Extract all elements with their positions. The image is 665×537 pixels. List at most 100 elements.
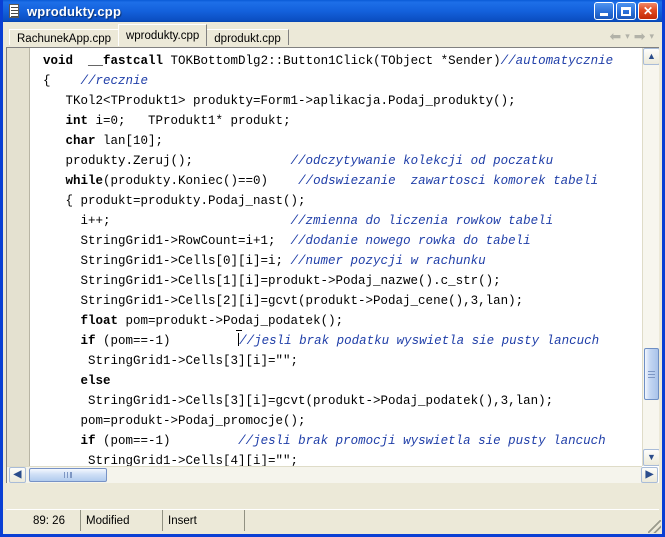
code-text: pom=produkt->Podaj_podatek(); bbox=[118, 314, 344, 328]
code-text: i++; bbox=[43, 214, 291, 228]
status-insert-mode: Insert bbox=[162, 510, 244, 531]
chevron-down-icon-forward[interactable]: ▾ bbox=[649, 31, 654, 41]
code-comment: //automatycznie bbox=[500, 54, 614, 68]
resize-grip-icon[interactable] bbox=[648, 520, 661, 533]
minimize-button[interactable] bbox=[594, 2, 614, 20]
minimize-icon bbox=[600, 12, 608, 16]
code-text: StringGrid1->Cells[3][i]=gcvt(produkt->P… bbox=[43, 394, 554, 408]
window-title: wprodukty.cpp bbox=[27, 3, 122, 19]
code-comment: //recznie bbox=[80, 74, 149, 88]
code-comment: //odswiezanie zawartosci komorek tabeli bbox=[298, 174, 599, 188]
code-line: StringGrid1->Cells[0][i]=i; //numer pozy… bbox=[30, 251, 642, 271]
code-text: (pom==-1) bbox=[95, 434, 239, 448]
status-bar: 89: 26 Modified Insert bbox=[6, 509, 659, 531]
code-line: if (pom==-1) //jesli brak promocji wyswi… bbox=[30, 431, 642, 451]
text-cursor bbox=[236, 330, 243, 346]
code-text: StringGrid1->Cells[1][i]=produkt->Podaj_… bbox=[43, 274, 501, 288]
code-text: StringGrid1->Cells[4][i]=""; bbox=[43, 454, 299, 466]
code-line: { //recznie bbox=[30, 71, 642, 91]
code-line: if (pom==-1) //jesli brak podatku wyswie… bbox=[30, 330, 642, 351]
close-button[interactable]: ✕ bbox=[638, 2, 658, 20]
code-comment: //jesli brak promocji wyswietla sie pust… bbox=[238, 434, 606, 448]
code-comment: //dodanie nowego rowka do tabeli bbox=[290, 234, 531, 248]
code-text: StringGrid1->Cells[0][i]=i; bbox=[43, 254, 291, 268]
code-text: lan[10]; bbox=[95, 134, 164, 148]
code-line: int i=0; TProdukt1* produkt; bbox=[30, 111, 642, 131]
close-icon: ✕ bbox=[642, 4, 654, 18]
scroll-right-button[interactable]: ▶ bbox=[641, 467, 658, 483]
status-modified: Modified bbox=[80, 510, 162, 531]
code-text: produkty.Zeruj(); bbox=[43, 154, 291, 168]
chevron-up-icon: ▲ bbox=[647, 51, 656, 61]
code-text: { bbox=[43, 74, 51, 88]
code-keyword: float bbox=[80, 314, 119, 328]
code-line: while(produkty.Koniec()==0) //odswiezani… bbox=[30, 171, 642, 191]
scroll-up-button[interactable]: ▲ bbox=[643, 48, 659, 65]
code-text: TOKBottomDlg2::Button1Click(TObject *Sen… bbox=[163, 54, 501, 68]
code-keyword: if bbox=[80, 334, 96, 348]
horizontal-scroll-thumb[interactable] bbox=[29, 468, 107, 482]
title-bar: wprodukty.cpp ✕ bbox=[3, 0, 662, 22]
code-line: { produkt=produkty.Podaj_nast(); bbox=[30, 191, 642, 211]
code-comment: //numer pozycji w rachunku bbox=[290, 254, 486, 268]
maximize-button[interactable] bbox=[616, 2, 636, 20]
code-editor-window: wprodukty.cpp ✕ RachunekApp.cpp wprodukt… bbox=[0, 0, 665, 537]
tab-navigation: ⬅ ▾ ➡ ▾ bbox=[609, 29, 662, 46]
grip-icon bbox=[648, 370, 655, 378]
chevron-down-icon-back[interactable]: ▾ bbox=[625, 31, 630, 41]
code-text: StringGrid1->Cells[3][i]=""; bbox=[43, 354, 299, 368]
document-icon bbox=[7, 3, 22, 19]
tab-dprodukt-cpp[interactable]: dprodukt.cpp bbox=[206, 29, 289, 46]
vertical-scroll-thumb[interactable] bbox=[644, 348, 659, 400]
code-line: StringGrid1->Cells[3][i]=""; bbox=[30, 351, 642, 371]
tab-bar-underline bbox=[3, 45, 662, 46]
code-text: StringGrid1->Cells[2][i]=gcvt(produkt->P… bbox=[43, 294, 524, 308]
window-controls: ✕ bbox=[594, 2, 660, 20]
code-line: produkty.Zeruj(); //odczytywanie kolekcj… bbox=[30, 151, 642, 171]
code-keyword: if bbox=[80, 434, 96, 448]
code-keyword: __fastcall bbox=[88, 54, 164, 68]
code-keyword: else bbox=[80, 374, 111, 388]
code-text-area[interactable]: void __fastcall TOKBottomDlg2::Button1Cl… bbox=[30, 48, 642, 466]
horizontal-scrollbar[interactable]: ◀ ▶ bbox=[7, 466, 658, 483]
tab-wprodukty-cpp[interactable]: wprodukty.cpp bbox=[117, 24, 208, 46]
code-text: StringGrid1->RowCount=i+1; bbox=[43, 234, 291, 248]
scroll-left-button[interactable]: ◀ bbox=[9, 467, 26, 483]
scroll-down-button[interactable]: ▼ bbox=[643, 449, 659, 466]
code-keyword: while bbox=[65, 174, 104, 188]
code-keyword: char bbox=[65, 134, 96, 148]
chevron-left-icon: ◀ bbox=[13, 469, 22, 480]
vertical-scrollbar[interactable]: ▲ ▼ bbox=[642, 48, 659, 466]
grip-icon-horizontal bbox=[64, 472, 72, 478]
editor-gutter[interactable] bbox=[7, 48, 30, 483]
code-line: float pom=produkt->Podaj_podatek(); bbox=[30, 311, 642, 331]
code-line: StringGrid1->Cells[1][i]=produkt->Podaj_… bbox=[30, 271, 642, 291]
maximize-icon bbox=[621, 6, 631, 16]
code-line: StringGrid1->Cells[4][i]=""; bbox=[30, 451, 642, 466]
code-line: pom=produkt->Podaj_promocje(); bbox=[30, 411, 642, 431]
code-text: (produkty.Koniec()==0) bbox=[103, 174, 299, 188]
chevron-right-icon: ▶ bbox=[645, 469, 654, 480]
arrow-left-icon[interactable]: ⬅ bbox=[609, 29, 621, 43]
code-comment: //jesli brak podatku wyswietla sie pusty… bbox=[239, 334, 600, 348]
code-text: pom=produkt->Podaj_promocje(); bbox=[43, 414, 306, 428]
code-line: StringGrid1->Cells[3][i]=gcvt(produkt->P… bbox=[30, 391, 642, 411]
code-comment: //zmienna do liczenia rowkow tabeli bbox=[290, 214, 554, 228]
code-keyword: int bbox=[65, 114, 89, 128]
code-line: TKol2<TProdukt1> produkty=Form1->aplikac… bbox=[30, 91, 642, 111]
code-text: (pom==-1) bbox=[95, 334, 239, 348]
chevron-down-icon: ▼ bbox=[647, 452, 656, 462]
arrow-right-icon[interactable]: ➡ bbox=[634, 29, 646, 43]
code-keyword: void bbox=[43, 54, 74, 68]
code-line: else bbox=[30, 371, 642, 391]
tab-rachunekapp-cpp[interactable]: RachunekApp.cpp bbox=[9, 29, 119, 46]
status-extra bbox=[244, 510, 659, 531]
